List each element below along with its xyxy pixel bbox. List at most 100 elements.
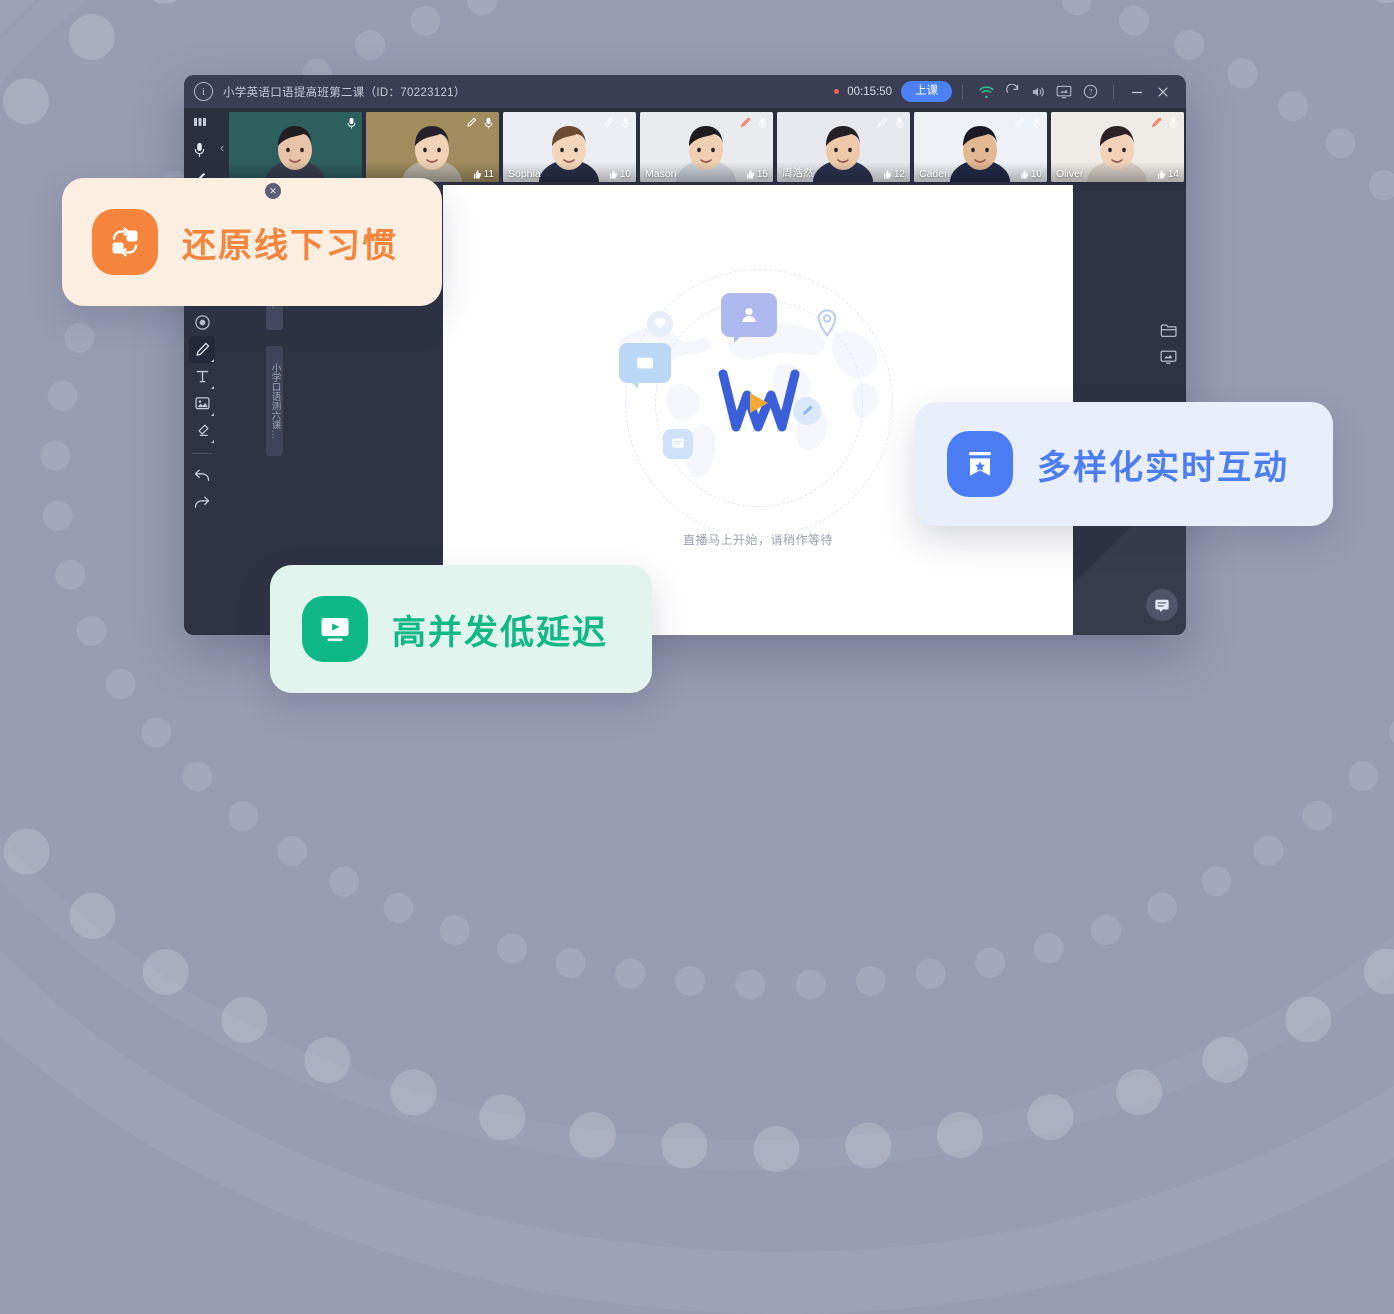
tile-pen-icon[interactable] [465,116,478,129]
tile-mic-icon[interactable] [1030,116,1043,129]
tile-pen-icon[interactable] [876,116,889,129]
participant-tile[interactable]: Mason 15 [640,112,773,182]
toolbar-divider [192,453,212,454]
tool-corner-marker [211,359,214,362]
participant-likes: 12 [881,169,905,180]
participant-tile[interactable]: Caden 10 [914,112,1047,182]
eraser-tool-icon[interactable] [189,417,215,444]
class-timer: 00:15:50 [847,85,892,98]
location-pin-icon [816,308,838,337]
page-tab-2[interactable]: 小学口语测六课… [266,346,283,456]
participant-tile[interactable]: Oliver 14 [1051,112,1184,182]
participant-name: Mason [645,168,677,180]
recording-dot [834,89,840,94]
refresh-icon[interactable] [999,81,1025,103]
select-icon[interactable] [189,309,215,336]
tile-pen-icon[interactable] [602,116,615,129]
feature-card-interactive: 多样化实时互动 [915,402,1333,526]
tool-corner-marker [211,440,214,443]
tile-controls [739,116,769,129]
wifi-icon[interactable] [973,81,999,103]
minimize-icon[interactable] [1124,81,1150,103]
text-tool-icon[interactable] [189,363,215,390]
tile-controls [1013,116,1043,129]
participant-likes: 10 [607,169,631,180]
participant-tile[interactable] [229,112,362,182]
note-bubble-icon [663,428,693,459]
tile-mic-icon[interactable] [482,116,495,129]
microphone-icon[interactable] [191,142,209,159]
person-bubble-icon [721,292,777,337]
tile-mic-icon[interactable] [1167,116,1180,129]
participant-tile[interactable]: Sophia 10 [503,112,636,182]
scroll-prev-icon[interactable]: ‹ [215,140,229,155]
feature-card-offline-label: 还原线下习惯 [182,226,398,265]
screen-share-icon[interactable] [1155,344,1181,370]
undo-icon[interactable] [189,462,215,489]
like-count: 10 [1030,169,1042,180]
participant-likes: 14 [1155,169,1179,180]
participant-name: Caden [919,168,950,180]
banner-star-icon [947,431,1013,497]
tile-mic-icon[interactable] [893,116,906,129]
participant-name: Sophia [508,168,541,180]
pen-tool-icon[interactable] [189,336,215,363]
strip-tool-column [184,108,215,186]
tile-pen-icon[interactable] [1013,116,1026,129]
like-count: 15 [756,169,768,180]
info-icon-glyph: i [201,85,206,98]
info-icon[interactable]: i [194,82,213,101]
participants-scroller[interactable]: ‹ 11 Sophia 10 Mason 15 周浩然 12 Caden 10 Oliver 14 › [215,108,1186,186]
restore-offline-icon [92,209,158,275]
feature-card-interactive-label: 多样化实时互动 [1037,448,1289,487]
feature-card-latency: 高并发低延迟 [270,565,652,693]
title-bar: i 小学英语口语提高班第二课（ID：70223121） 00:15:50 上课 … [184,75,1186,108]
wps-logo [718,369,800,431]
app-window: i 小学英语口语提高班第二课（ID：70223121） 00:15:50 上课 … [184,75,1186,635]
divider [962,84,963,99]
tile-controls [876,116,906,129]
like-count: 11 [483,169,494,180]
volume-icon[interactable] [1025,81,1051,103]
like-count: 12 [893,169,905,180]
tile-controls [1150,116,1180,129]
participant-tile[interactable]: 11 [366,112,499,182]
tile-mic-icon[interactable] [345,116,358,129]
video-play-icon [302,596,368,662]
chat-bubble-tail [630,380,638,389]
layout-icon[interactable] [191,114,209,131]
person-bubble-tail [734,334,742,343]
participant-tile[interactable]: 周浩然 12 [777,112,910,182]
window-title: 小学英语口语提高班第二课（ID：70223121） [223,86,466,99]
video-strip: ‹ 11 Sophia 10 Mason 15 周浩然 12 Caden 10 Oliver 14 › [184,108,1186,186]
chat-icon[interactable] [1146,589,1178,621]
help-icon[interactable]: ? [1077,81,1103,103]
folder-icon[interactable] [1155,317,1181,343]
placeholder-illustration [603,268,913,537]
tile-controls [345,116,358,129]
close-icon[interactable] [1150,81,1176,103]
redo-icon[interactable] [189,489,215,516]
tile-controls [465,116,495,129]
close-panel-icon[interactable]: ✕ [265,183,281,199]
title-bar-actions: 00:15:50 上课 ? [834,81,1186,103]
participant-likes: 10 [1018,169,1042,180]
tile-mic-icon[interactable] [619,116,632,129]
tile-pen-disabled-icon[interactable] [739,116,752,129]
participant-likes: 15 [744,169,768,180]
feature-card-offline: 还原线下习惯 [62,178,442,306]
divider-2 [1113,84,1114,99]
scroll-next-icon[interactable]: › [1184,140,1186,155]
svg-text:?: ? [1088,88,1092,97]
heart-bubble-icon [647,310,673,337]
screen-share-icon[interactable] [1051,81,1077,103]
participant-name: 周浩然 [782,167,814,179]
image-tool-icon[interactable] [189,390,215,417]
tile-mic-icon[interactable] [756,116,769,129]
tile-pen-disabled-icon[interactable] [1150,116,1163,129]
participant-tiles: 11 Sophia 10 Mason 15 周浩然 12 Caden 10 Oliver 14 [229,110,1184,184]
tool-corner-marker [211,413,214,416]
feature-card-latency-label: 高并发低延迟 [392,613,608,652]
like-count: 10 [619,169,631,180]
start-class-button[interactable]: 上课 [901,81,952,102]
